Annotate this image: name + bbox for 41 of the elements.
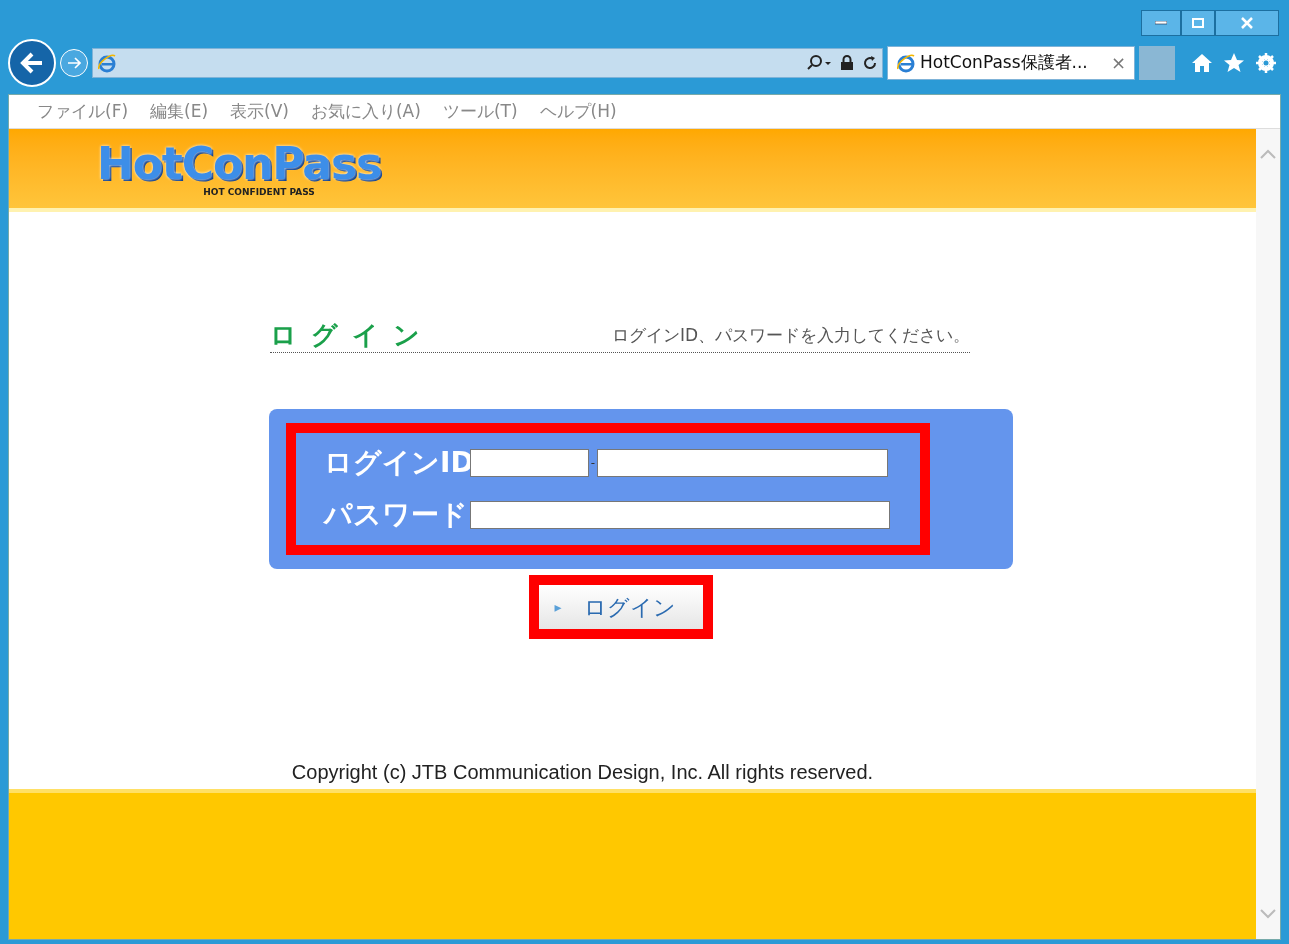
scroll-down-icon: [1260, 909, 1276, 919]
settings-icon: [1255, 52, 1277, 74]
back-arrow-icon: [20, 52, 44, 74]
text-field[interactable]: [597, 449, 888, 477]
browser-tab[interactable]: HotConPass保護者... ×: [887, 46, 1135, 80]
back-button[interactable]: [8, 39, 56, 87]
tab-close-button[interactable]: ×: [1110, 54, 1126, 72]
text-field[interactable]: [470, 449, 589, 477]
menu-item[interactable]: 表示(V): [230, 98, 289, 125]
logo-subtitle: HOT CONFIDENT PASS: [203, 188, 315, 197]
scroll-up-icon: [1260, 149, 1276, 159]
browser-logo-icon: [97, 53, 117, 73]
maximize-icon: [1192, 18, 1204, 28]
text-field[interactable]: [470, 501, 890, 529]
menu-item[interactable]: お気に入り(A): [310, 98, 421, 125]
close-icon: [1241, 17, 1253, 29]
minimize-icon: [1155, 21, 1167, 25]
lock-icon: [840, 55, 854, 71]
refresh-icon: [862, 55, 878, 71]
forward-button[interactable]: [60, 49, 88, 77]
browser-logo-icon: [896, 53, 916, 73]
scrollbar[interactable]: [1256, 129, 1280, 939]
copyright-text: Copyright (c) JTB Communication Design, Inc. All rights reserved.: [291, 760, 874, 785]
search-icon: [806, 55, 832, 71]
home-icon: [1191, 53, 1213, 73]
menu-item[interactable]: ファイル(F): [37, 98, 129, 125]
tab-title: HotConPass保護者...: [920, 51, 1089, 75]
star-icon: [1223, 53, 1245, 73]
site-logo[interactable]: HotConPass HOT CONFIDENT PASS: [97, 140, 382, 197]
logo-title: HotConPass: [97, 140, 382, 188]
minimize-button[interactable]: [1141, 10, 1181, 36]
forward-arrow-icon: [67, 57, 81, 69]
separator-text: -: [589, 457, 597, 469]
menu-item[interactable]: ツール(T): [442, 98, 518, 125]
menu-item[interactable]: ヘルプ(H): [539, 98, 617, 125]
login-heading: ログイン: [270, 322, 434, 348]
field-label: パスワード: [322, 501, 469, 529]
menu-item[interactable]: 編集(E): [150, 98, 209, 125]
login-instruction: ログインID、パスワードを入力してください。: [611, 323, 970, 347]
close-button[interactable]: [1215, 10, 1279, 36]
maximize-button[interactable]: [1181, 10, 1215, 36]
